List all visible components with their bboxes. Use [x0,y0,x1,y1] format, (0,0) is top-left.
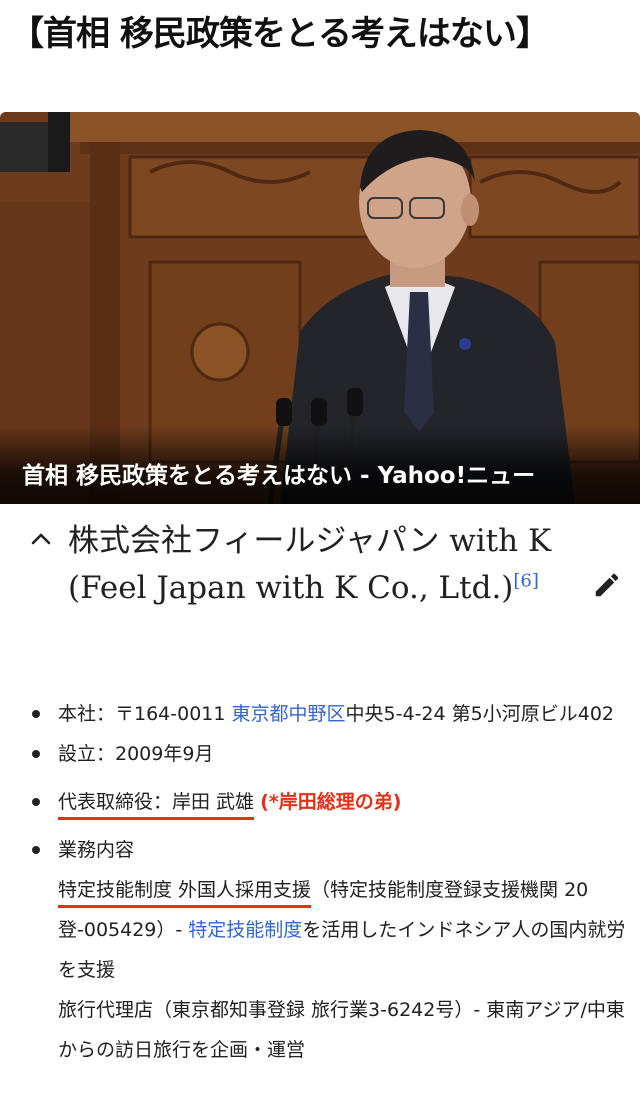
bullet [32,750,40,758]
photo-caption[interactable]: 首相 移民政策をとる考えはない - Yahoo!ニュー [22,456,535,490]
bullet [32,798,40,806]
reference-link[interactable]: [6] [513,571,539,592]
business-main: 特定技能制度 外国人採用支援 [58,879,312,908]
list-item-representative: 代表取締役：岸田 武雄 (*岸田総理の弟) [30,782,630,822]
section-title-text: 株式会社フィールジャパン with K (Feel Japan with K C… [68,523,583,606]
hq-address: 中央5-4-24 第5小河原ビル402 [345,703,614,725]
photo-caption-overlay: 首相 移民政策をとる考えはない - Yahoo!ニュー [0,426,640,504]
headline: 【首相 移民政策をとる考えはない】 [10,14,550,54]
hq-label: 本社：〒164-0011 [58,703,232,725]
business-description: 特定技能制度 外国人採用支援（特定技能制度登録支援機関 20登-005429）-… [30,870,630,990]
travel-text: 旅行代理店（東京都知事登録 旅行業3-6242号）- 東南アジア/中東からの訪日… [58,999,625,1061]
news-photo[interactable]: 首相 移民政策をとる考えはない - Yahoo!ニュー [0,112,640,504]
hq-link[interactable]: 東京都中野区 [232,703,346,725]
section-title: 株式会社フィールジャパン with K (Feel Japan with K C… [68,518,582,612]
founded-text: 設立：2009年9月 [58,743,214,765]
representative-text: 代表取締役：岸田 武雄 [58,791,255,820]
list-item-founded: 設立：2009年9月 [30,734,630,774]
bullet [32,710,40,718]
representative-note: (*岸田総理の弟) [260,791,402,813]
business-link[interactable]: 特定技能制度 [188,919,302,941]
travel-description: 旅行代理店（東京都知事登録 旅行業3-6242号）- 東南アジア/中東からの訪日… [30,990,630,1070]
bullet [32,846,40,854]
business-label: 業務内容 [58,839,135,861]
chevron-up-icon[interactable] [30,528,52,550]
list-item-headquarters: 本社：〒164-0011 東京都中野区中央5-4-24 第5小河原ビル402 [30,694,630,734]
pencil-icon[interactable] [592,570,622,600]
company-info-list: 本社：〒164-0011 東京都中野区中央5-4-24 第5小河原ビル402 設… [30,694,630,1070]
list-item-business: 業務内容 [30,830,630,870]
